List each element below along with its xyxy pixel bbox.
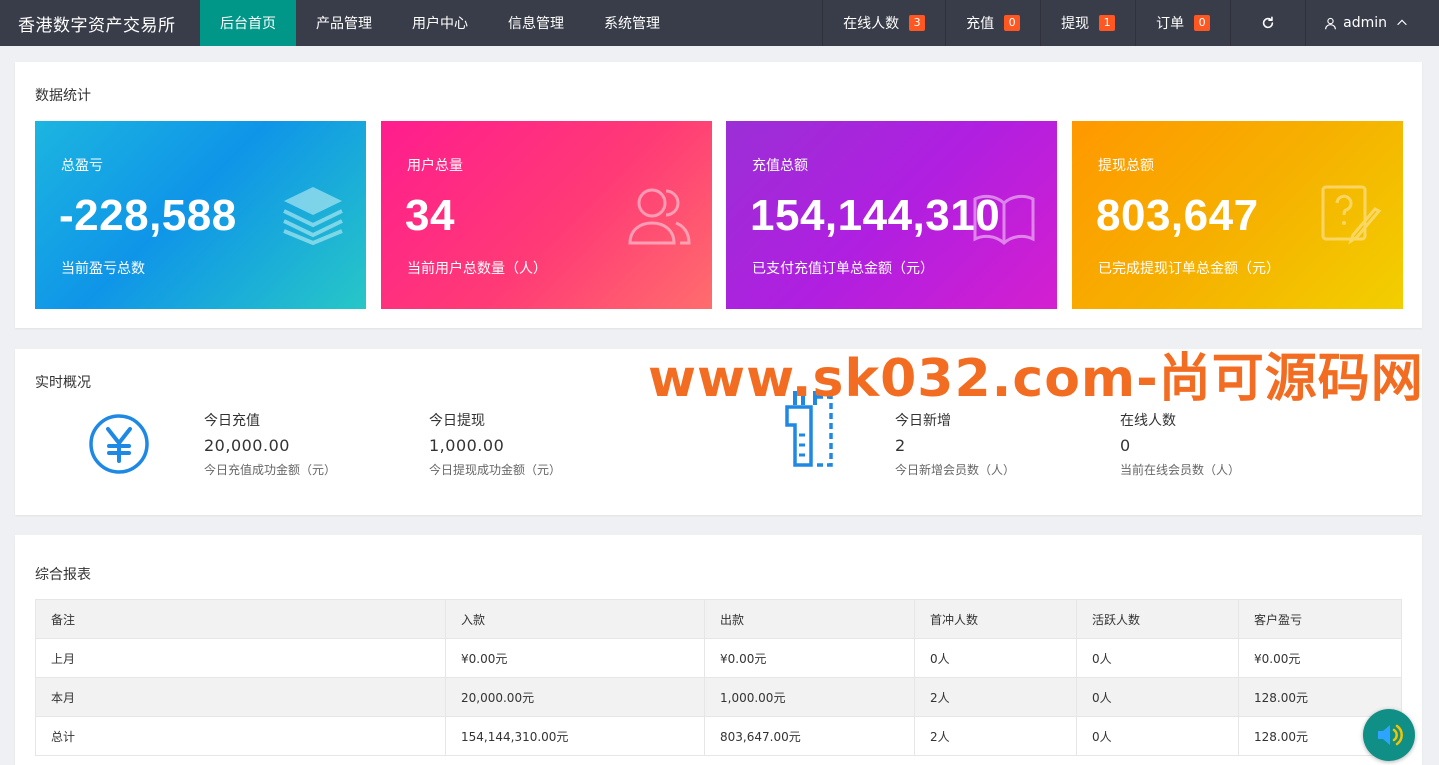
table-cell: ¥0.00元 <box>445 638 705 678</box>
rt-label: 今日充值 <box>204 413 260 429</box>
card-value: 34 <box>405 191 455 240</box>
column-header: 活跃人数 <box>1076 599 1239 639</box>
recharge-label: 充值 <box>966 16 995 32</box>
recharge-link[interactable]: 充值 0 <box>945 0 1040 46</box>
table-cell: 0人 <box>1076 638 1239 678</box>
today-withdraw: 今日提现 1,000.00 今日提现成功金额（元） <box>429 410 561 478</box>
card-value: 154,144,310 <box>750 191 1001 240</box>
online-label: 在线人数 <box>843 16 900 32</box>
stat-card-withdraw: 提现总额 803,647 已完成提现订单总金额（元） <box>1072 121 1403 309</box>
right-nav: 在线人数 3 充值 0 提现 1 订单 0 admin <box>822 0 1439 46</box>
table-row: 本月 20,000.00元 1,000.00元 2人 0人 128.00元 <box>35 677 1402 717</box>
nav-info[interactable]: 信息管理 <box>488 0 584 46</box>
table-header-row: 备注 入款 出款 首冲人数 活跃人数 客户盈亏 <box>35 599 1402 639</box>
refresh-button[interactable] <box>1230 0 1305 46</box>
column-header: 客户盈亏 <box>1238 599 1402 639</box>
table-cell: 总计 <box>35 716 446 756</box>
report-title: 综合报表 <box>35 567 91 583</box>
column-header: 入款 <box>445 599 705 639</box>
table-cell: 2人 <box>914 677 1077 717</box>
rt-label: 今日新增 <box>895 413 951 429</box>
main-nav: 后台首页 产品管理 用户中心 信息管理 系统管理 <box>200 0 680 46</box>
table-cell: 803,647.00元 <box>704 716 915 756</box>
orders-label: 订单 <box>1156 16 1185 32</box>
stats-panel: 数据统计 总盈亏 -228,588 当前盈亏总数 用户总量 34 当前用户总数量… <box>15 62 1422 328</box>
rt-desc: 今日新增会员数（人） <box>895 463 1016 477</box>
realtime-title: 实时概况 <box>35 375 91 391</box>
table-cell: 本月 <box>35 677 446 717</box>
today-recharge: 今日充值 20,000.00 今日充值成功金额（元） <box>204 410 336 478</box>
table-cell: 154,144,310.00元 <box>445 716 705 756</box>
online-members: 在线人数 0 当前在线会员数（人） <box>1120 410 1240 478</box>
card-desc: 已支付充值订单总金额（元） <box>752 261 934 277</box>
rt-value: 2 <box>895 436 906 455</box>
table-row: 上月 ¥0.00元 ¥0.00元 0人 0人 ¥0.00元 <box>35 638 1402 678</box>
nav-users[interactable]: 用户中心 <box>392 0 488 46</box>
card-title: 提现总额 <box>1098 158 1154 174</box>
withdraw-link[interactable]: 提现 1 <box>1040 0 1135 46</box>
rt-label: 在线人数 <box>1120 413 1176 429</box>
nav-system[interactable]: 系统管理 <box>584 0 680 46</box>
withdraw-badge: 1 <box>1099 15 1116 31</box>
card-title: 充值总额 <box>752 158 808 174</box>
card-title: 用户总量 <box>407 158 463 174</box>
table-cell: 2人 <box>914 716 1077 756</box>
top-navbar: 香港数字资产交易所 后台首页 产品管理 用户中心 信息管理 系统管理 在线人数 … <box>0 0 1439 46</box>
table-cell: ¥0.00元 <box>704 638 915 678</box>
report-table: 备注 入款 出款 首冲人数 活跃人数 客户盈亏 上月 ¥0.00元 ¥0.00元… <box>35 599 1402 756</box>
card-title: 总盈亏 <box>61 158 103 174</box>
user-icon <box>1325 17 1337 29</box>
orders-badge: 0 <box>1194 15 1211 31</box>
recharge-badge: 0 <box>1004 15 1021 31</box>
watermark: www.sk032.com-尚可源码网 <box>648 349 1424 409</box>
card-desc: 当前用户总数量（人） <box>407 261 547 277</box>
stat-card-recharge: 充值总额 154,144,310 已支付充值订单总金额（元） <box>726 121 1057 309</box>
username: admin <box>1343 15 1387 31</box>
nav-products[interactable]: 产品管理 <box>296 0 392 46</box>
report-panel: 综合报表 备注 入款 出款 首冲人数 活跃人数 客户盈亏 上月 ¥0.00元 ¥… <box>15 535 1422 765</box>
card-desc: 已完成提现订单总金额（元） <box>1098 261 1280 277</box>
table-cell: 上月 <box>35 638 446 678</box>
card-value: -228,588 <box>59 191 237 240</box>
stats-title: 数据统计 <box>35 88 91 104</box>
rt-desc: 当前在线会员数（人） <box>1120 463 1241 477</box>
table-cell: 0人 <box>914 638 1077 678</box>
user-menu[interactable]: admin <box>1305 0 1439 46</box>
table-cell: 1,000.00元 <box>704 677 915 717</box>
users-icon <box>628 188 691 245</box>
layers-icon <box>283 187 343 245</box>
table-cell: 0人 <box>1076 677 1239 717</box>
column-header: 备注 <box>35 599 446 639</box>
table-cell: ¥0.00元 <box>1238 638 1402 678</box>
rt-value: 20,000.00 <box>204 436 290 455</box>
rt-value: 1,000.00 <box>429 436 505 455</box>
stat-card-profit: 总盈亏 -228,588 当前盈亏总数 <box>35 121 366 309</box>
question-note-icon <box>1321 185 1382 245</box>
column-header: 首冲人数 <box>914 599 1077 639</box>
card-desc: 当前盈亏总数 <box>61 261 145 277</box>
nav-home[interactable]: 后台首页 <box>200 0 296 46</box>
speaker-icon <box>1378 724 1403 746</box>
yen-circle-icon <box>89 414 149 474</box>
rt-label: 今日提现 <box>429 413 485 429</box>
withdraw-label: 提现 <box>1061 16 1090 32</box>
rt-desc: 今日充值成功金额（元） <box>204 463 337 477</box>
refresh-icon <box>1262 16 1274 29</box>
chevron-up-icon <box>1397 19 1407 26</box>
online-badge: 3 <box>909 15 926 31</box>
online-count-link[interactable]: 在线人数 3 <box>822 0 945 46</box>
table-cell: 0人 <box>1076 716 1239 756</box>
book-icon <box>973 194 1035 246</box>
today-new-members: 今日新增 2 今日新增会员数（人） <box>895 410 1015 478</box>
table-cell: 20,000.00元 <box>445 677 705 717</box>
orders-link[interactable]: 订单 0 <box>1135 0 1230 46</box>
table-row: 总计 154,144,310.00元 803,647.00元 2人 0人 128… <box>35 716 1402 756</box>
stat-card-users: 用户总量 34 当前用户总数量（人） <box>381 121 712 309</box>
card-value: 803,647 <box>1096 191 1259 240</box>
floating-assistant-button[interactable] <box>1363 709 1415 761</box>
column-header: 出款 <box>704 599 915 639</box>
rt-value: 0 <box>1120 436 1131 455</box>
rt-desc: 今日提现成功金额（元） <box>429 463 562 477</box>
brand-title: 香港数字资产交易所 <box>18 15 176 36</box>
